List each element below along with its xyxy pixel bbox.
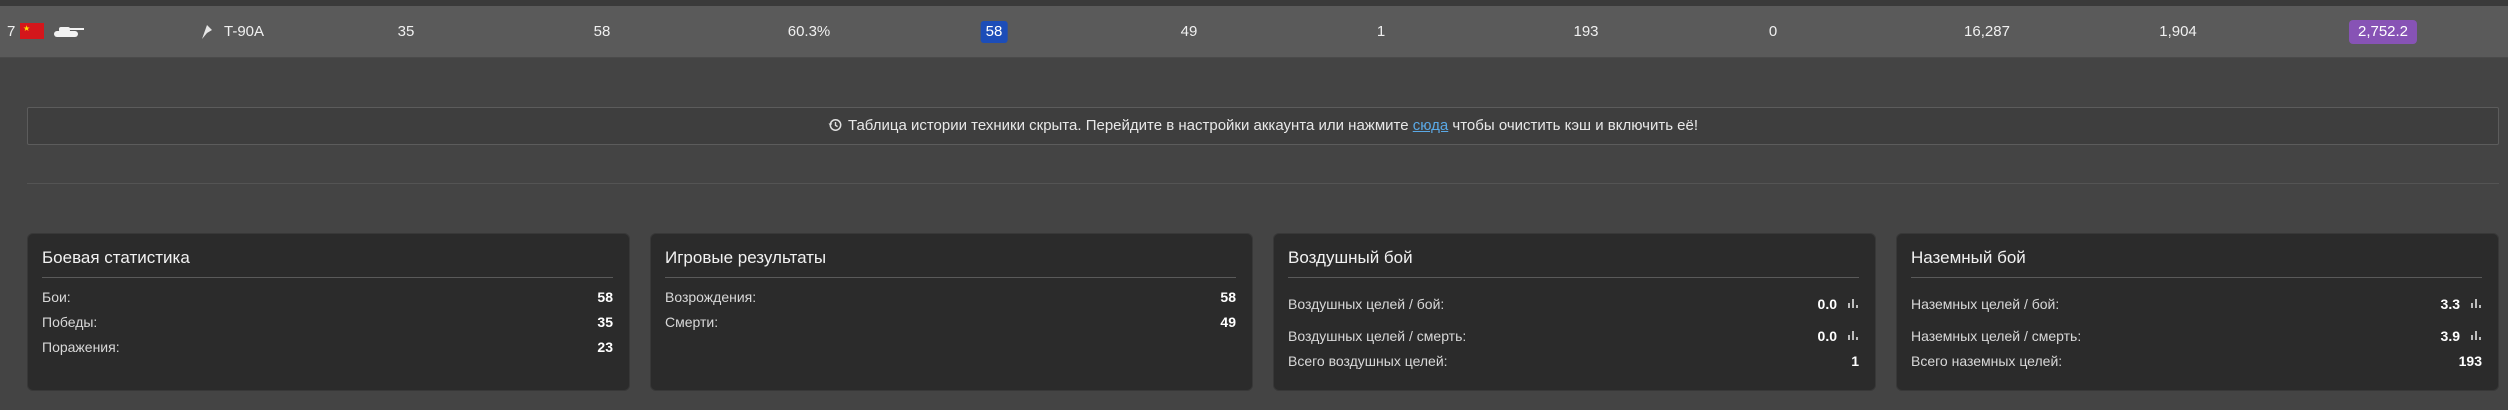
stat-label: Смерти: xyxy=(665,314,719,330)
stat-label: Наземных целей / бой: xyxy=(1911,296,2060,312)
stat-value: 0.0 xyxy=(1817,328,1837,344)
stat-row: Возрождения: 58 xyxy=(665,287,1236,307)
tank-silhouette-icon xyxy=(54,27,84,37)
col-4-highlight: 58 xyxy=(980,21,1008,44)
stat-label: Возрождения: xyxy=(665,289,757,305)
notice-text-after: чтобы очистить кэш и включить её! xyxy=(1448,117,1699,134)
bar-chart-icon[interactable] xyxy=(2470,329,2482,341)
stat-value: 3.3 xyxy=(2440,296,2460,312)
card-divider xyxy=(1288,277,1859,278)
ussr-flag-icon: ★ xyxy=(20,23,44,39)
stat-row: Наземных целей / бой: 3.3 xyxy=(1911,294,2482,314)
card-title: Наземный бой xyxy=(1911,248,2026,267)
section-divider xyxy=(27,183,2499,184)
stat-value: 35 xyxy=(597,314,613,330)
ground-battle-card: Наземный бой Наземных целей / бой: 3.3 Н… xyxy=(1896,233,2499,391)
game-results-card: Игровые результаты Возрождения: 58 Смерт… xyxy=(650,233,1253,391)
card-title: Боевая статистика xyxy=(42,248,190,267)
stat-label: Бои: xyxy=(42,289,71,305)
notice-text-before: Таблица истории техники скрыта. Перейдит… xyxy=(847,117,1413,134)
stat-value: 1 xyxy=(1851,353,1859,369)
stat-row: Всего наземных целей: 193 xyxy=(1911,351,2482,371)
air-battle-card: Воздушный бой Воздушных целей / бой: 0.0… xyxy=(1273,233,1876,391)
vehicle-row[interactable]: 7 ★ T-90A 35 58 60.3% 58 49 1 193 0 16,2… xyxy=(0,6,2508,58)
stat-label: Поражения: xyxy=(42,339,120,355)
card-divider xyxy=(1911,277,2482,278)
card-title: Воздушный бой xyxy=(1288,248,1413,267)
stat-row: Поражения: 23 xyxy=(42,337,613,357)
stat-label: Наземных целей / смерть: xyxy=(1911,328,2082,344)
col-1: 35 xyxy=(397,23,415,40)
history-hidden-notice: Таблица истории техники скрыта. Перейдит… xyxy=(27,107,2499,145)
stat-value: 0.0 xyxy=(1817,296,1837,312)
stat-label: Воздушных целей / бой: xyxy=(1288,296,1445,312)
col-3: 60.3% xyxy=(787,23,831,40)
battle-stats-card: Боевая статистика Бои: 58 Победы: 35 Пор… xyxy=(27,233,630,391)
light-tank-class-icon xyxy=(202,25,212,39)
stat-value: 58 xyxy=(597,289,613,305)
col-6: 1 xyxy=(1376,23,1386,40)
card-divider xyxy=(665,277,1236,278)
stat-value: 23 xyxy=(597,339,613,355)
card-title: Игровые результаты xyxy=(665,248,827,267)
vehicle-rank: 7 xyxy=(7,23,16,40)
stat-row: Воздушных целей / смерть: 0.0 xyxy=(1288,326,1859,346)
col-11: 2,752.2 xyxy=(2348,6,2418,58)
stat-row: Бои: 58 xyxy=(42,287,613,307)
col-11-highlight: 2,752.2 xyxy=(2348,20,2418,45)
col-4: 58 xyxy=(980,6,1008,58)
col-8: 0 xyxy=(1768,23,1778,40)
stat-value: 58 xyxy=(1220,289,1236,305)
vehicle-name[interactable]: T-90A xyxy=(224,6,264,58)
card-divider xyxy=(42,277,613,278)
notice-link-here[interactable]: сюда xyxy=(1413,117,1449,134)
col-7: 193 xyxy=(1573,23,1599,40)
stat-value: 3.9 xyxy=(2440,328,2460,344)
col-9: 16,287 xyxy=(1964,23,2010,40)
col-2: 58 xyxy=(593,23,611,40)
stat-value: 49 xyxy=(1220,314,1236,330)
col-5: 49 xyxy=(1180,23,1198,40)
stat-row: Победы: 35 xyxy=(42,312,613,332)
stat-label: Победы: xyxy=(42,314,98,330)
col-10: 1,904 xyxy=(2159,23,2197,40)
history-icon xyxy=(828,118,842,131)
bar-chart-icon[interactable] xyxy=(1847,329,1859,341)
stat-row: Всего воздушных целей: 1 xyxy=(1288,351,1859,371)
stat-label: Всего воздушных целей: xyxy=(1288,353,1448,369)
stat-value: 193 xyxy=(2458,353,2482,369)
stat-row: Смерти: 49 xyxy=(665,312,1236,332)
stat-row: Воздушных целей / бой: 0.0 xyxy=(1288,294,1859,314)
stat-label: Всего наземных целей: xyxy=(1911,353,2063,369)
bar-chart-icon[interactable] xyxy=(2470,297,2482,309)
stat-row: Наземных целей / смерть: 3.9 xyxy=(1911,326,2482,346)
bar-chart-icon[interactable] xyxy=(1847,297,1859,309)
stat-label: Воздушных целей / смерть: xyxy=(1288,328,1467,344)
